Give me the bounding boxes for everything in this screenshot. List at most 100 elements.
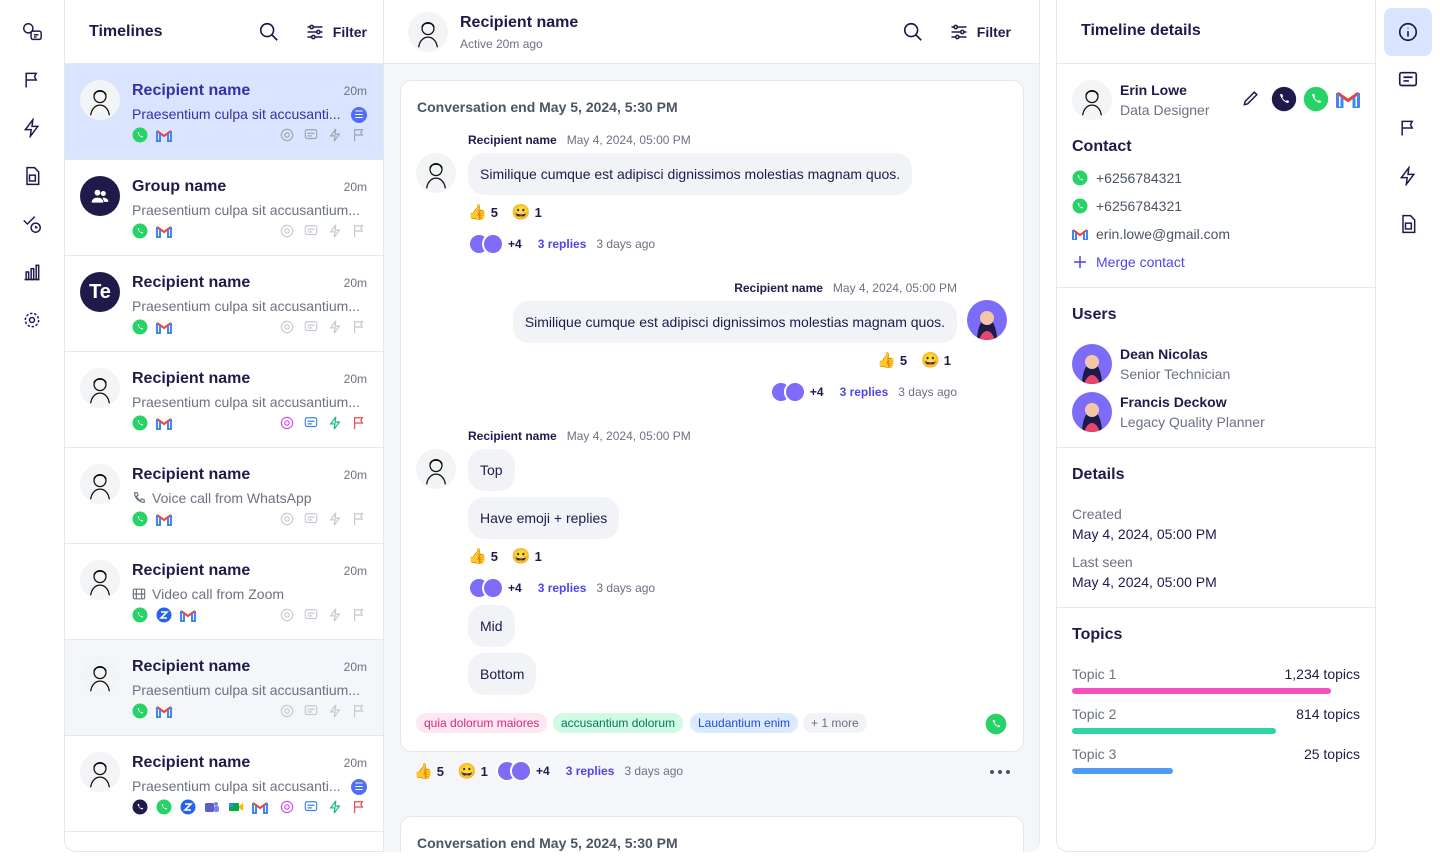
timeline-preview-call: Video call from Zoom (132, 586, 347, 602)
more-options-icon[interactable] (988, 762, 1012, 787)
replies-link[interactable]: 3 replies (538, 237, 587, 251)
timeline-item[interactable]: Recipient name 20m Praesentium culpa sit… (65, 64, 383, 160)
merge-contact-button[interactable]: Merge contact (1072, 254, 1185, 270)
gmail-icon (156, 223, 172, 239)
merge-contact-label: Merge contact (1096, 254, 1185, 270)
replies-link[interactable]: 3 replies (566, 764, 615, 778)
timeline-item[interactable]: Recipient name 20m Praesentium culpa sit… (65, 640, 383, 736)
flag-icon[interactable] (14, 62, 50, 98)
reactions[interactable]: 👍 5 😀 1 (468, 547, 542, 565)
comment-icon[interactable] (303, 127, 319, 143)
search-icon[interactable] (897, 16, 929, 48)
comment-icon[interactable] (303, 799, 319, 815)
analytics-icon[interactable] (14, 254, 50, 290)
timeline-item[interactable]: Recipient name 20m Praesentium culpa sit… (65, 352, 383, 448)
more-repliers: +4 (809, 385, 824, 399)
mention-icon[interactable] (279, 415, 295, 431)
lightning-icon[interactable] (14, 110, 50, 146)
message-sender: Recipient name (468, 429, 557, 443)
flag-icon[interactable] (1384, 104, 1432, 152)
timeline-name: Recipient name (132, 466, 251, 483)
mention-icon[interactable] (279, 319, 295, 335)
lightning-icon[interactable] (327, 223, 343, 239)
comment-icon[interactable] (303, 319, 319, 335)
tag-chip[interactable]: Laudantium enim (690, 713, 799, 733)
timeline-item[interactable]: Recipient name 20m Voice call from Whats… (65, 448, 383, 544)
timeline-item[interactable]: Recipient name 20m Praesentium culpa sit… (65, 736, 383, 832)
flag-icon[interactable] (351, 703, 367, 719)
details-header: Timeline details (1057, 0, 1375, 64)
comment-icon[interactable] (303, 703, 319, 719)
comment-icon[interactable] (303, 607, 319, 623)
reactions[interactable]: 👍 5 😀 1 (877, 351, 951, 369)
filter-button[interactable]: Filter (949, 22, 1011, 42)
tag-chip[interactable]: accusantium dolorum (553, 713, 684, 733)
mention-icon[interactable] (279, 703, 295, 719)
lightning-icon[interactable] (327, 703, 343, 719)
lightning-icon[interactable] (327, 127, 343, 143)
mention-icon[interactable] (279, 799, 295, 815)
timeline-preview: Praesentium culpa sit accusantium... (132, 394, 360, 410)
replies-link[interactable]: 3 replies (538, 581, 587, 595)
phone-icon[interactable] (1271, 86, 1297, 117)
channel-icons (132, 511, 172, 527)
lightning-icon[interactable] (327, 607, 343, 623)
contact-email[interactable]: erin.lowe@gmail.com (1072, 226, 1230, 242)
message-bubble: Similique cumque est adipisci dignissimo… (512, 301, 957, 343)
document-icon[interactable] (1384, 200, 1432, 248)
timelines-panel: Timelines Filter Recipient name 20m Prae… (64, 0, 384, 852)
comment-icon[interactable] (303, 511, 319, 527)
mention-icon[interactable] (279, 127, 295, 143)
contacts-check-icon[interactable] (14, 206, 50, 242)
comment-icon[interactable] (1384, 56, 1432, 104)
settings-icon[interactable] (14, 302, 50, 338)
mention-icon[interactable] (279, 223, 295, 239)
contact-phone[interactable]: +6256784321 (1072, 198, 1182, 214)
timeline-time: 20m (343, 564, 367, 578)
conversations-icon[interactable] (14, 14, 50, 50)
reaction-count: 5 (436, 763, 444, 779)
flag-icon[interactable] (351, 319, 367, 335)
filter-label: Filter (332, 23, 367, 40)
flag-icon[interactable] (351, 127, 367, 143)
flag-icon[interactable] (351, 799, 367, 815)
message-time: May 4, 2024, 05:00 PM (566, 133, 691, 147)
search-icon[interactable] (253, 16, 285, 48)
lightning-icon[interactable] (327, 511, 343, 527)
timeline-item[interactable]: Recipient name 20m Video call from Zoom (65, 544, 383, 640)
teams-icon (204, 799, 220, 815)
edit-icon[interactable] (1241, 88, 1261, 113)
gmail-icon[interactable] (1336, 90, 1360, 113)
mention-icon[interactable] (279, 511, 295, 527)
message-sender: Recipient name (734, 281, 823, 295)
filter-button[interactable]: Filter (305, 22, 367, 42)
message-meta: Recipient name May 4, 2024, 05:00 PM (468, 429, 691, 443)
document-icon[interactable] (14, 158, 50, 194)
last-seen-value: May 4, 2024, 05:00 PM (1072, 574, 1217, 590)
flag-icon[interactable] (351, 607, 367, 623)
comment-icon[interactable] (303, 415, 319, 431)
more-tags-chip[interactable]: + 1 more (803, 713, 867, 733)
channel-icons (132, 127, 172, 143)
conversation-reactions[interactable]: 👍 5 😀 1 (414, 762, 488, 780)
mention-icon[interactable] (279, 607, 295, 623)
comment-icon[interactable] (303, 223, 319, 239)
flag-icon[interactable] (351, 511, 367, 527)
timeline-item[interactable]: Te Recipient name 20m Praesentium culpa … (65, 256, 383, 352)
lightning-icon[interactable] (327, 319, 343, 335)
flag-icon[interactable] (351, 415, 367, 431)
lightning-icon[interactable] (327, 415, 343, 431)
timeline-preview-call: Voice call from WhatsApp (132, 490, 347, 506)
reactions[interactable]: 👍 5 😀 1 (468, 203, 542, 221)
whatsapp-icon[interactable] (1303, 86, 1329, 117)
contact-phone[interactable]: +6256784321 (1072, 170, 1182, 186)
flag-icon[interactable] (351, 223, 367, 239)
replies-link[interactable]: 3 replies (840, 385, 889, 399)
list-badge-icon: ☰ (351, 779, 367, 795)
tag-chip[interactable]: quia dolorum maiores (416, 713, 548, 733)
avatar (1072, 392, 1112, 432)
lightning-icon[interactable] (1384, 152, 1432, 200)
lightning-icon[interactable] (327, 799, 343, 815)
timeline-item[interactable]: Group name 20m Praesentium culpa sit acc… (65, 160, 383, 256)
info-icon[interactable] (1384, 8, 1432, 56)
